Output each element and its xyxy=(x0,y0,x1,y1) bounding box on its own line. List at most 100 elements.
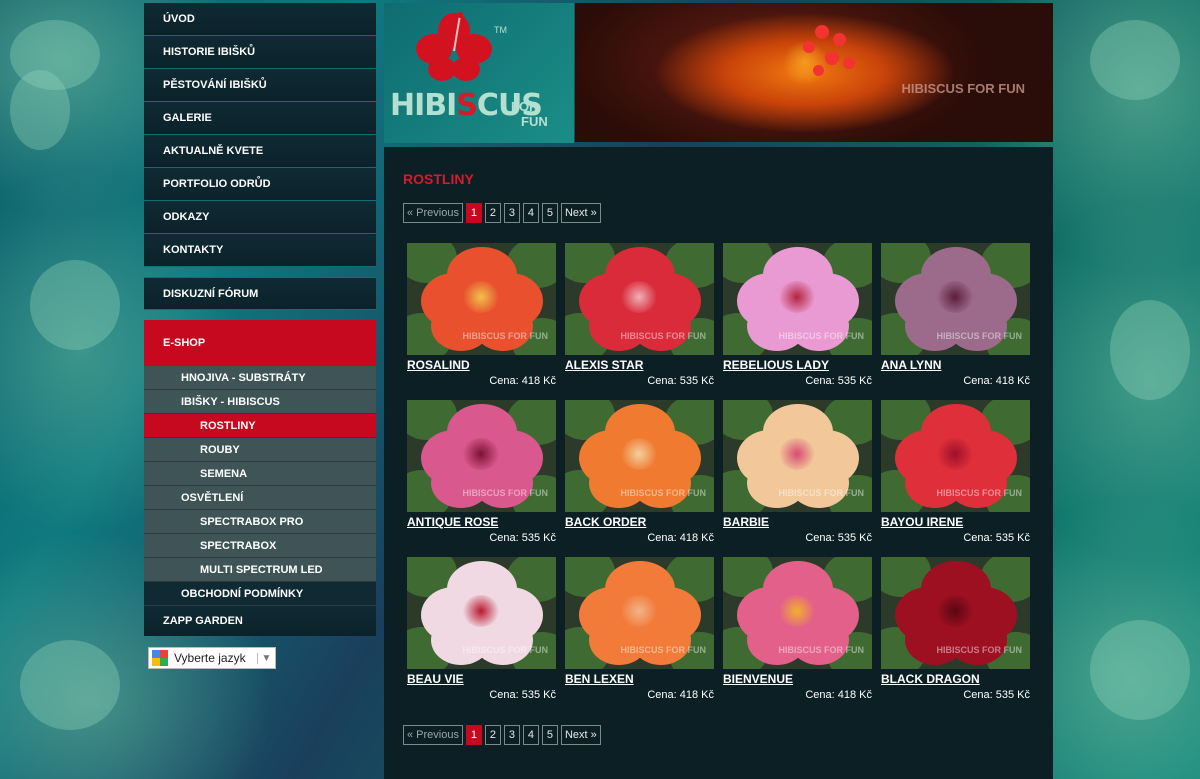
product-card[interactable]: HIBISCUS FOR FUN BEAU VIE Cena: 535 Kč xyxy=(407,557,556,701)
product-image[interactable]: HIBISCUS FOR FUN xyxy=(565,243,714,355)
sub-nav-item-7[interactable]: SPECTRABOX xyxy=(144,534,376,558)
product-card[interactable]: HIBISCUS FOR FUN ROSALIND Cena: 418 Kč xyxy=(407,243,556,387)
product-image[interactable]: HIBISCUS FOR FUN xyxy=(881,243,1030,355)
nav-item-forum[interactable]: DISKUZNÍ FÓRUM xyxy=(144,277,376,310)
sub-nav-item-4[interactable]: SEMENA xyxy=(144,462,376,486)
product-image[interactable]: HIBISCUS FOR FUN xyxy=(723,557,872,669)
background-decoration xyxy=(1090,20,1180,100)
product-card[interactable]: HIBISCUS FOR FUN BEN LEXEN Cena: 418 Kč xyxy=(565,557,714,701)
pagination-page-4[interactable]: 4 xyxy=(522,725,539,745)
pagination-previous[interactable]: « Previous xyxy=(403,725,463,745)
site-logo[interactable]: TM HIBISCUS FOR FUN xyxy=(384,3,574,143)
product-name-link[interactable]: BIENVENUE xyxy=(723,672,872,686)
header-banner: HIBISCUS FOR FUN xyxy=(575,3,1053,142)
sub-nav-item-1[interactable]: IBIŠKY - HIBISCUS xyxy=(144,390,376,414)
product-name-link[interactable]: ANA LYNN xyxy=(881,358,1030,372)
product-card[interactable]: HIBISCUS FOR FUN REBELIOUS LADY Cena: 535 … xyxy=(723,243,872,387)
product-name-link[interactable]: BEN LEXEN xyxy=(565,672,714,686)
nav-item-2[interactable]: PĚSTOVÁNÍ IBIŠKŮ xyxy=(144,69,376,102)
product-name-link[interactable]: BARBIE xyxy=(723,515,872,529)
product-name-link[interactable]: ALEXIS STAR xyxy=(565,358,714,372)
product-card[interactable]: HIBISCUS FOR FUN BARBIE Cena: 535 Kč xyxy=(723,400,872,544)
product-card[interactable]: HIBISCUS FOR FUN BAYOU IRENE Cena: 535 Kč xyxy=(881,400,1030,544)
product-image[interactable]: HIBISCUS FOR FUN xyxy=(407,557,556,669)
image-watermark: HIBISCUS FOR FUN xyxy=(936,331,1023,341)
product-card[interactable]: HIBISCUS FOR FUN ANA LYNN Cena: 418 Kč xyxy=(881,243,1030,387)
product-image[interactable]: HIBISCUS FOR FUN xyxy=(881,400,1030,512)
nav-item-eshop[interactable]: E-SHOP xyxy=(144,320,376,366)
background-decoration xyxy=(1110,300,1190,400)
product-image[interactable]: HIBISCUS FOR FUN xyxy=(565,557,714,669)
page-title: ROSTLINY xyxy=(403,171,474,187)
chevron-down-icon[interactable]: ▼ xyxy=(257,652,275,664)
nav-item-zapp-garden[interactable]: ZAPP GARDEN xyxy=(144,606,376,636)
product-price: Cena: 418 Kč xyxy=(647,532,714,544)
product-name-link[interactable]: BACK ORDER xyxy=(565,515,714,529)
trademark: TM xyxy=(494,25,507,35)
nav-item-7[interactable]: KONTAKTY xyxy=(144,234,376,267)
sub-nav-item-6[interactable]: SPECTRABOX PRO xyxy=(144,510,376,534)
nav-item-0[interactable]: ÚVOD xyxy=(144,3,376,36)
pagination-page-2[interactable]: 2 xyxy=(484,203,501,223)
product-name-link[interactable]: REBELIOUS LADY xyxy=(723,358,872,372)
product-price: Cena: 418 Kč xyxy=(805,689,872,701)
background-decoration xyxy=(20,640,120,730)
image-watermark: HIBISCUS FOR FUN xyxy=(620,645,707,655)
nav-item-6[interactable]: ODKAZY xyxy=(144,201,376,234)
pagination-top: « Previous 1 2 3 4 5 Next » xyxy=(403,203,601,223)
product-card[interactable]: HIBISCUS FOR FUN BIENVENUE Cena: 418 Kč xyxy=(723,557,872,701)
pagination-next[interactable]: Next » xyxy=(560,203,601,223)
product-name-link[interactable]: BEAU VIE xyxy=(407,672,556,686)
google-translate-icon xyxy=(152,650,168,666)
pagination-page-5[interactable]: 5 xyxy=(541,203,558,223)
sub-nav-item-8[interactable]: MULTI SPECTRUM LED xyxy=(144,558,376,582)
image-watermark: HIBISCUS FOR FUN xyxy=(462,488,549,498)
product-card[interactable]: HIBISCUS FOR FUN ALEXIS STAR Cena: 535 Kč xyxy=(565,243,714,387)
banner-watermark: HIBISCUS FOR FUN xyxy=(901,81,1026,96)
image-watermark: HIBISCUS FOR FUN xyxy=(936,645,1023,655)
product-card[interactable]: HIBISCUS FOR FUN ANTIQUE ROSE Cena: 535 Kč xyxy=(407,400,556,544)
product-price: Cena: 535 Kč xyxy=(489,532,556,544)
product-name-link[interactable]: BAYOU IRENE xyxy=(881,515,1030,529)
image-watermark: HIBISCUS FOR FUN xyxy=(462,331,549,341)
pagination-page-5[interactable]: 5 xyxy=(541,725,558,745)
product-image[interactable]: HIBISCUS FOR FUN xyxy=(723,400,872,512)
image-watermark: HIBISCUS FOR FUN xyxy=(936,488,1023,498)
product-card[interactable]: HIBISCUS FOR FUN BLACK DRAGON Cena: 535 Kč xyxy=(881,557,1030,701)
language-selector[interactable]: Vyberte jazyk ▼ xyxy=(148,647,276,669)
product-price: Cena: 535 Kč xyxy=(647,375,714,387)
product-price: Cena: 535 Kč xyxy=(963,532,1030,544)
nav-item-3[interactable]: GALERIE xyxy=(144,102,376,135)
product-price: Cena: 535 Kč xyxy=(805,375,872,387)
product-image[interactable]: HIBISCUS FOR FUN xyxy=(407,400,556,512)
pagination-page-3[interactable]: 3 xyxy=(503,203,520,223)
pagination-previous[interactable]: « Previous xyxy=(403,203,463,223)
sub-nav-item-3[interactable]: ROUBY xyxy=(144,438,376,462)
nav-item-1[interactable]: HISTORIE IBIŠKŮ xyxy=(144,36,376,69)
product-card[interactable]: HIBISCUS FOR FUN BACK ORDER Cena: 418 Kč xyxy=(565,400,714,544)
pagination-page-4[interactable]: 4 xyxy=(522,203,539,223)
sub-nav-item-0[interactable]: HNOJIVA - SUBSTRÁTY xyxy=(144,366,376,390)
pagination-page-3[interactable]: 3 xyxy=(503,725,520,745)
product-image[interactable]: HIBISCUS FOR FUN xyxy=(881,557,1030,669)
product-image[interactable]: HIBISCUS FOR FUN xyxy=(723,243,872,355)
nav-item-5[interactable]: PORTFOLIO ODRŮD xyxy=(144,168,376,201)
product-image[interactable]: HIBISCUS FOR FUN xyxy=(407,243,556,355)
sub-nav-item-9[interactable]: OBCHODNÍ PODMÍNKY xyxy=(144,582,376,606)
product-name-link[interactable]: ANTIQUE ROSE xyxy=(407,515,556,529)
product-image[interactable]: HIBISCUS FOR FUN xyxy=(565,400,714,512)
sub-nav-item-2[interactable]: ROSTLINY xyxy=(144,414,376,438)
product-price: Cena: 535 Kč xyxy=(963,689,1030,701)
pagination-bottom: « Previous 1 2 3 4 5 Next » xyxy=(403,725,601,745)
pagination-page-1[interactable]: 1 xyxy=(465,725,482,745)
image-watermark: HIBISCUS FOR FUN xyxy=(620,331,707,341)
image-watermark: HIBISCUS FOR FUN xyxy=(778,645,865,655)
product-name-link[interactable]: BLACK DRAGON xyxy=(881,672,1030,686)
pagination-page-2[interactable]: 2 xyxy=(484,725,501,745)
pagination-next[interactable]: Next » xyxy=(560,725,601,745)
nav-item-4[interactable]: AKTUALNĚ KVETE xyxy=(144,135,376,168)
background-decoration xyxy=(1090,620,1190,720)
sub-nav-item-5[interactable]: OSVĚTLENÍ xyxy=(144,486,376,510)
product-name-link[interactable]: ROSALIND xyxy=(407,358,556,372)
pagination-page-1[interactable]: 1 xyxy=(465,203,482,223)
